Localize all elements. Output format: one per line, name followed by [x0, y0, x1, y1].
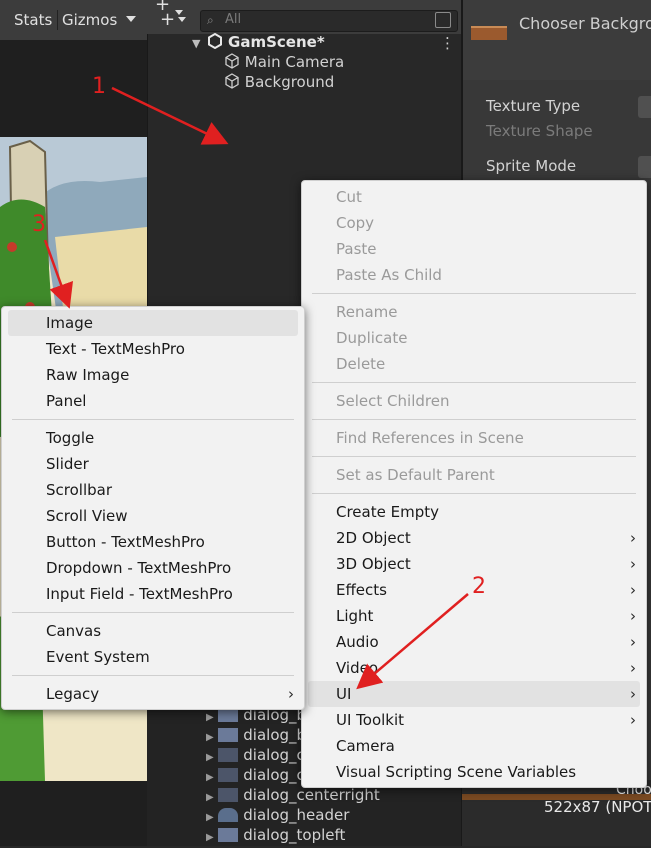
arrow-2-icon [356, 593, 469, 690]
arrow-1-icon [111, 86, 229, 145]
arrow-3-icon [43, 239, 73, 309]
annotation-arrows [43, 86, 469, 690]
